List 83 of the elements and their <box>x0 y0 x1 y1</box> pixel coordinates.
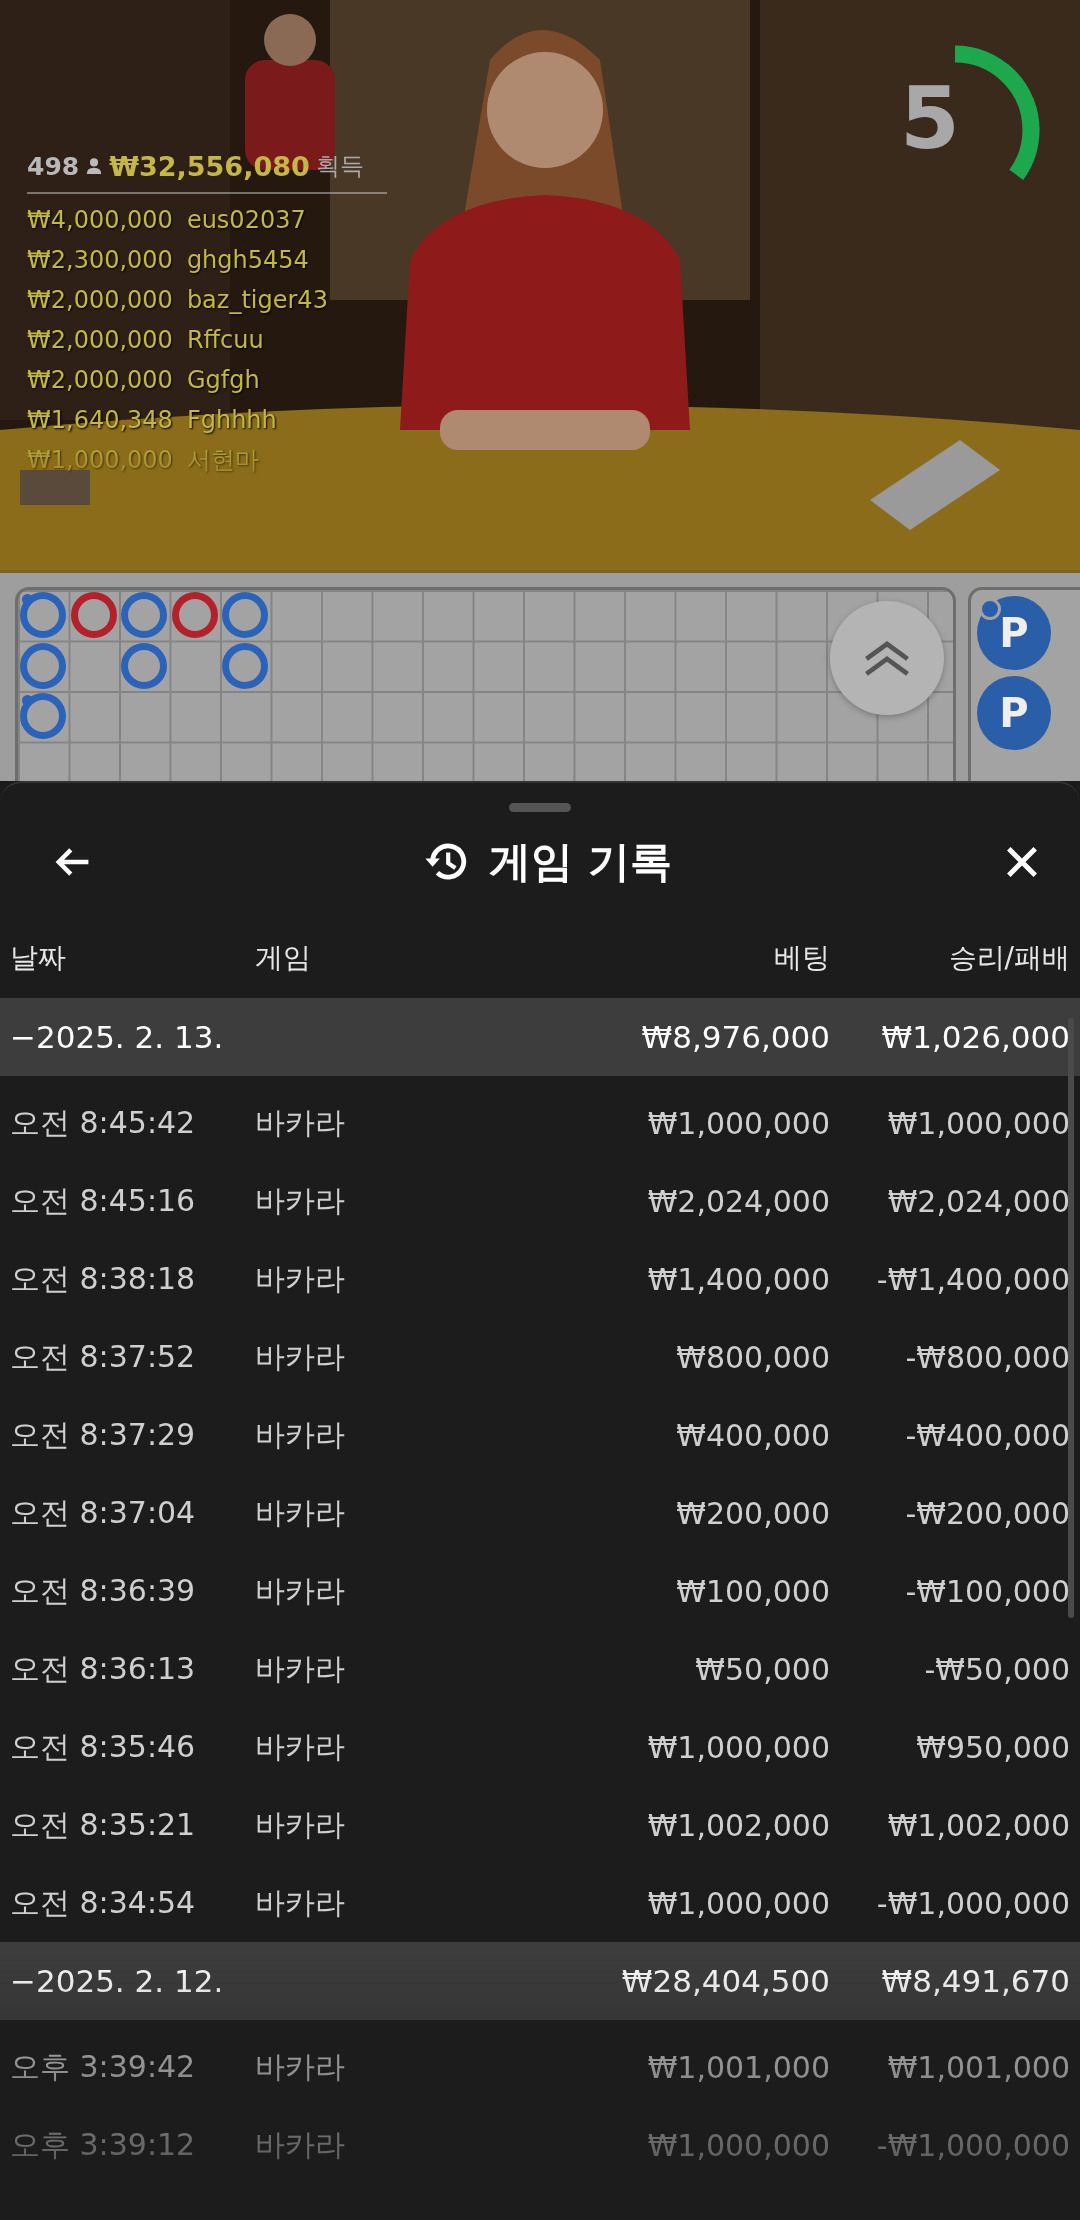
winner-name: ghgh5454 <box>186 246 309 274</box>
bead-dot <box>979 598 1001 620</box>
winner-name: Ggfgh <box>186 366 260 394</box>
game-cell-text: 바카라 <box>255 1181 346 1220</box>
result-cell-text: -₩400,000 <box>904 1417 1070 1453</box>
bet-cell-text: ₩1,000,000 <box>646 2127 830 2163</box>
result-cell-text: ₩1,001,000 <box>886 2049 1070 2085</box>
time-cell-text: 오전 8:37:52 <box>10 1337 197 1376</box>
winnings-label: 획득 <box>315 151 364 182</box>
person-icon <box>85 157 104 175</box>
game-cell-text: 바카라 <box>255 1571 346 1610</box>
bet-cell-text: ₩800,000 <box>675 1339 830 1375</box>
bet-cell-text: ₩50,000 <box>694 1651 830 1687</box>
column-header: 베팅 <box>773 940 830 976</box>
column-header: 게임 <box>255 940 312 976</box>
winner-amount: ₩2,000,000 <box>27 326 173 354</box>
winner-amount: ₩2,000,000 <box>27 366 173 394</box>
result-cell-text: ₩2,024,000 <box>886 1183 1070 1219</box>
time-cell-text: 오전 8:45:42 <box>10 1103 197 1142</box>
road-dot <box>22 594 33 605</box>
winner-name: Rffcuu <box>186 326 264 354</box>
result-cell-text: -₩800,000 <box>904 1339 1070 1375</box>
game-cell-text: 바카라 <box>255 1337 346 1376</box>
drag-handle[interactable] <box>509 803 571 812</box>
result-cell-text: -₩1,000,000 <box>875 2127 1070 2163</box>
bet-cell-text: ₩1,000,000 <box>646 1885 830 1921</box>
result-cell-text: -₩50,000 <box>923 1651 1070 1687</box>
game-cell-text: 바카라 <box>255 1649 346 1688</box>
time-cell-text: 오전 8:37:04 <box>10 1493 197 1532</box>
time-cell-text: 오후 3:39:12 <box>10 2125 197 2164</box>
game-cell-text: 바카라 <box>255 1493 346 1532</box>
total-winnings: ₩32,556,080 <box>109 150 310 182</box>
column-header: 날짜 <box>10 940 67 976</box>
bet-cell-text: ₩100,000 <box>675 1573 830 1609</box>
winner-amount: ₩4,000,000 <box>27 206 173 234</box>
game-cell-text: 바카라 <box>255 1259 346 1298</box>
result-cell-text: ₩950,000 <box>915 1729 1070 1765</box>
game-cell-text: 바카라 <box>255 1415 346 1454</box>
road-dot <box>22 695 33 706</box>
result-cell-text: ₩1,000,000 <box>886 1105 1070 1141</box>
time-cell-text: 오전 8:37:29 <box>10 1415 197 1454</box>
time-cell-text: 오전 8:45:16 <box>10 1181 197 1220</box>
bet-cell-text: ₩2,024,000 <box>646 1183 830 1219</box>
game-cell-text: 바카라 <box>255 1805 346 1844</box>
winner-amount: ₩1,000,000 <box>27 446 173 474</box>
time-cell-text: 오전 8:35:21 <box>10 1805 197 1844</box>
countdown-number: 5 <box>900 75 960 161</box>
winner-name: baz_tiger43 <box>186 286 328 314</box>
bet-cell-text: ₩1,002,000 <box>646 1807 830 1843</box>
player-count: 498 <box>27 151 80 181</box>
result-cell-text: ₩1,002,000 <box>886 1807 1070 1843</box>
winner-amount: ₩2,000,000 <box>27 286 173 314</box>
date-group-row[interactable]: −2025. 2. 13. ₩8,976,000 ₩1,026,000 <box>0 998 1080 1076</box>
bet-cell-text: ₩1,000,000 <box>646 1729 830 1765</box>
winner-name: 서현마 <box>186 445 259 476</box>
game-cell-text: 바카라 <box>255 2047 346 2086</box>
result-cell-text: -₩1,000,000 <box>875 1885 1070 1921</box>
game-cell-text: 바카라 <box>255 1727 346 1766</box>
column-header: 승리/패배 <box>947 940 1070 976</box>
winner-name: Fghhhh <box>186 406 277 434</box>
time-cell-text: 오전 8:36:39 <box>10 1571 197 1610</box>
bead: P <box>977 596 1051 670</box>
bead: P <box>977 676 1051 750</box>
game-cell-text: 바카라 <box>255 1103 346 1142</box>
bet-cell-text: ₩200,000 <box>675 1495 830 1531</box>
bet-cell-text: ₩1,400,000 <box>646 1261 830 1297</box>
time-cell-text: 오전 8:38:18 <box>10 1259 197 1298</box>
time-cell-text: 오전 8:34:54 <box>10 1883 197 1922</box>
sheet-title: 게임 기록 <box>489 836 672 888</box>
bet-cell-text: ₩1,001,000 <box>646 2049 830 2085</box>
time-cell-text: 오전 8:35:46 <box>10 1727 197 1766</box>
date-group-row[interactable]: −2025. 2. 12. ₩28,404,500 ₩8,491,670 <box>0 1942 1080 2020</box>
game-cell-text: 바카라 <box>255 1883 346 1922</box>
game-cell-text: 바카라 <box>255 2125 346 2164</box>
result-cell-text: -₩200,000 <box>904 1495 1070 1531</box>
result-cell-text: -₩1,400,000 <box>875 1261 1070 1297</box>
winner-name: eus02037 <box>186 206 306 234</box>
bet-cell-text: ₩1,000,000 <box>646 1105 830 1141</box>
result-cell-text: -₩100,000 <box>904 1573 1070 1609</box>
winner-amount: ₩2,300,000 <box>27 246 173 274</box>
time-cell-text: 오전 8:36:13 <box>10 1649 197 1688</box>
time-cell-text: 오후 3:39:42 <box>10 2047 197 2086</box>
bet-cell-text: ₩400,000 <box>675 1417 830 1453</box>
